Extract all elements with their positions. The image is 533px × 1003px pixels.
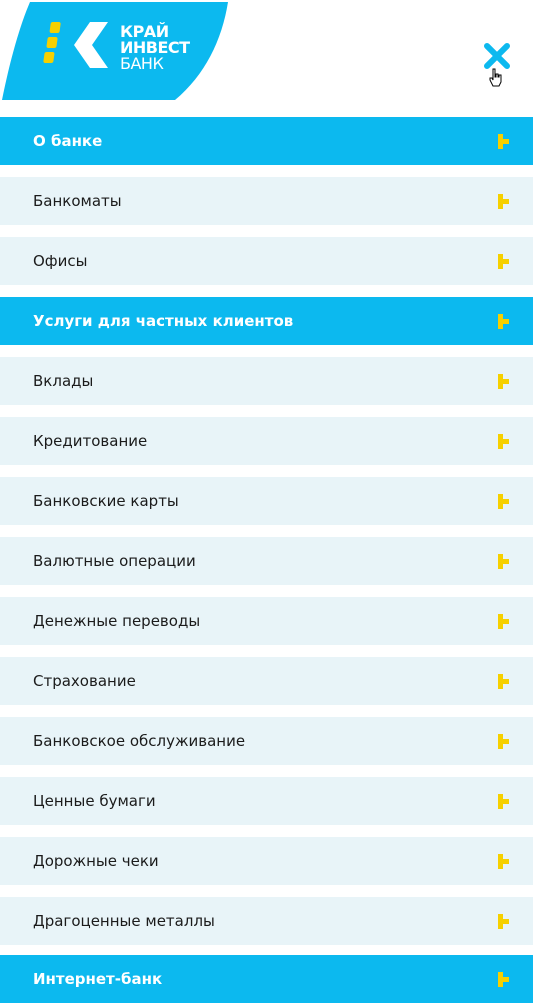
chevron-right-icon bbox=[498, 194, 509, 209]
chevron-right-icon bbox=[498, 794, 509, 809]
menu-section-header[interactable]: Интернет-банк bbox=[0, 955, 533, 1003]
header: КРАЙ ИНВЕСТ БАНК bbox=[0, 0, 533, 117]
menu-item[interactable]: Денежные переводы bbox=[0, 597, 533, 645]
menu-item-label: Валютные операции bbox=[33, 552, 196, 570]
menu-item[interactable]: Драгоценные металлы bbox=[0, 897, 533, 945]
menu-item[interactable]: Страхование bbox=[0, 657, 533, 705]
menu-item-label: О банке bbox=[33, 132, 103, 150]
menu-item-label: Банковское обслуживание bbox=[33, 732, 246, 750]
menu-item-label: Интернет-банк bbox=[33, 970, 163, 988]
chevron-right-icon bbox=[498, 972, 509, 987]
menu-item-label: Банковские карты bbox=[33, 492, 179, 510]
chevron-right-icon bbox=[498, 314, 509, 329]
menu-item[interactable]: Дорожные чеки bbox=[0, 837, 533, 885]
menu-item-label: Офисы bbox=[33, 252, 88, 270]
menu-item-label: Ценные бумаги bbox=[33, 792, 156, 810]
chevron-right-icon bbox=[498, 554, 509, 569]
menu-item[interactable]: Кредитование bbox=[0, 417, 533, 465]
menu-item[interactable]: Валютные операции bbox=[0, 537, 533, 585]
chevron-right-icon bbox=[498, 494, 509, 509]
menu-section-header[interactable]: О банке bbox=[0, 117, 533, 165]
chevron-right-icon bbox=[498, 854, 509, 869]
menu-item-label: Банкоматы bbox=[33, 192, 122, 210]
hand-cursor-icon bbox=[489, 68, 502, 87]
chevron-right-icon bbox=[498, 434, 509, 449]
chevron-right-icon bbox=[498, 674, 509, 689]
logo-wordmark: КРАЙ ИНВЕСТ БАНК bbox=[120, 24, 190, 72]
menu-item[interactable]: Банковское обслуживание bbox=[0, 717, 533, 765]
menu-item-label: Драгоценные металлы bbox=[33, 912, 215, 930]
menu-item-label: Страхование bbox=[33, 672, 136, 690]
menu-item[interactable]: Офисы bbox=[0, 237, 533, 285]
chevron-right-icon bbox=[498, 614, 509, 629]
menu-item-label: Денежные переводы bbox=[33, 612, 201, 630]
chevron-right-icon bbox=[498, 134, 509, 149]
chevron-right-icon bbox=[498, 374, 509, 389]
menu-item[interactable]: Банковские карты bbox=[0, 477, 533, 525]
chevron-right-icon bbox=[498, 914, 509, 929]
chevron-right-icon bbox=[498, 734, 509, 749]
menu-item-label: Вклады bbox=[33, 372, 94, 390]
menu-item[interactable]: Ценные бумаги bbox=[0, 777, 533, 825]
menu-item-label: Услуги для частных клиентов bbox=[33, 312, 294, 330]
menu-item[interactable]: Банкоматы bbox=[0, 177, 533, 225]
menu-item-label: Дорожные чеки bbox=[33, 852, 159, 870]
menu-item-label: Кредитование bbox=[33, 432, 148, 450]
menu-section-header[interactable]: Услуги для частных клиентов bbox=[0, 297, 533, 345]
logo-line-3: БАНК bbox=[120, 54, 164, 73]
menu-item[interactable]: Вклады bbox=[0, 357, 533, 405]
chevron-right-icon bbox=[498, 254, 509, 269]
